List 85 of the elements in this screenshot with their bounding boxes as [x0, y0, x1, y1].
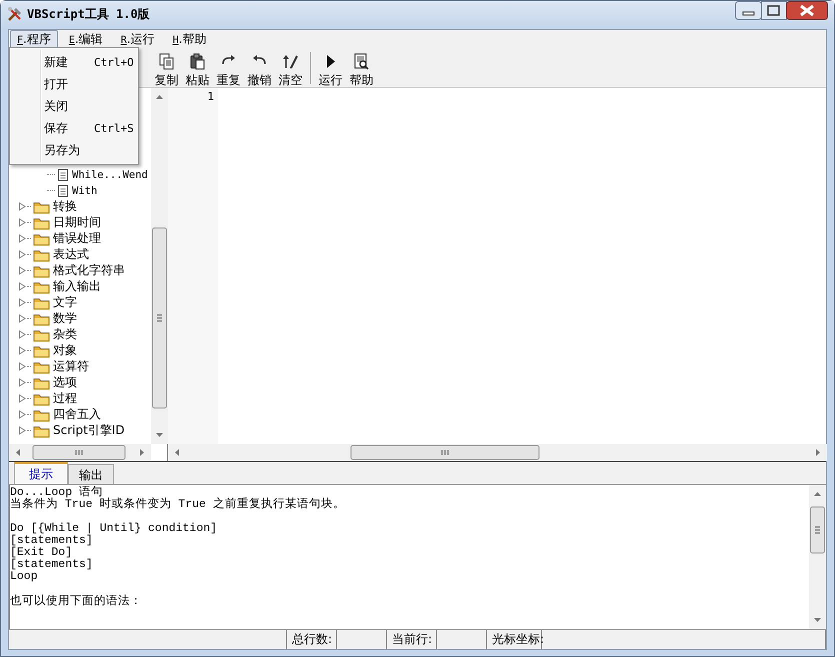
- expand-triangle-icon[interactable]: [18, 202, 27, 212]
- expand-triangle-icon[interactable]: [18, 314, 27, 324]
- tree-item[interactable]: 选项: [53, 374, 77, 392]
- tree-item[interactable]: 数学: [53, 310, 77, 328]
- window-title: VBScript工具 1.0版: [27, 6, 150, 23]
- expand-triangle-icon[interactable]: [18, 218, 27, 228]
- tab[interactable]: 提示: [14, 462, 68, 484]
- folder-icon: [33, 200, 50, 214]
- hint-line: [statements]: [10, 559, 93, 572]
- folder-icon: [33, 360, 50, 374]
- tree-item[interactable]: While...Wend: [72, 168, 148, 181]
- tree-item[interactable]: Script引擎ID: [53, 422, 125, 440]
- menu-item[interactable]: E.编辑: [62, 30, 110, 48]
- tree-item[interactable]: 过程: [53, 390, 77, 408]
- tree-item[interactable]: 错误处理: [53, 230, 101, 248]
- tree-item[interactable]: 四舍五入: [53, 406, 101, 424]
- tree-item[interactable]: 日期时间: [53, 214, 101, 232]
- horizontal-scrollbar[interactable]: [9, 444, 151, 461]
- tree-item[interactable]: 转换: [53, 198, 77, 216]
- tools-icon: [7, 6, 23, 22]
- window-controls-drawing[interactable]: [735, 1, 828, 21]
- folder-icon: [33, 312, 50, 326]
- folder-icon: [33, 264, 50, 278]
- menu-option[interactable]: 保存: [44, 120, 94, 136]
- folder-icon: [33, 296, 50, 310]
- expand-triangle-icon[interactable]: [18, 234, 27, 244]
- folder-icon: [33, 392, 50, 406]
- hint-line: [Exit Do]: [10, 547, 72, 560]
- expand-triangle-icon[interactable]: [18, 346, 27, 356]
- folder-icon: [33, 344, 50, 358]
- shortcut-label: Ctrl+S: [94, 122, 134, 134]
- status-label: 当前行:: [387, 630, 437, 649]
- folder-icon: [33, 424, 50, 438]
- expand-triangle-icon[interactable]: [18, 410, 27, 420]
- expand-triangle-icon[interactable]: [18, 266, 27, 276]
- expand-triangle-icon[interactable]: [18, 362, 27, 372]
- vertical-scrollbar[interactable]: [151, 88, 168, 444]
- folder-icon: [33, 376, 50, 390]
- status-label: 总行数:: [287, 630, 337, 649]
- hint-line: [statements]: [10, 535, 93, 548]
- line-number: 1: [206, 90, 214, 103]
- clipboard-icon: [189, 53, 206, 70]
- hint-line: Loop: [10, 571, 38, 584]
- folder-icon: [33, 232, 50, 246]
- horizontal-scrollbar[interactable]: [168, 444, 827, 461]
- status-label: 光标坐标:: [487, 630, 542, 649]
- folder-icon: [33, 328, 50, 342]
- tree-item[interactable]: 表达式: [53, 246, 89, 264]
- hint-line: Do [{While | Until} condition]: [10, 522, 218, 535]
- shortcut-label: Ctrl+O: [94, 56, 134, 68]
- folder-icon: [33, 408, 50, 422]
- folder-icon: [33, 280, 50, 294]
- copy-icon: [158, 53, 175, 70]
- tree-item[interactable]: 对象: [53, 342, 77, 360]
- tree-item[interactable]: 输入输出: [53, 278, 101, 296]
- menu-item[interactable]: R.运行: [114, 30, 162, 48]
- menu-option[interactable]: 新建: [44, 54, 94, 70]
- menu-item[interactable]: F.程序: [10, 30, 58, 48]
- hint-line: 当条件为 True 时或条件变为 True 之前重复执行某语句块。: [10, 498, 345, 511]
- folder-icon: [33, 216, 50, 230]
- document-icon: [57, 184, 69, 198]
- expand-triangle-icon[interactable]: [18, 394, 27, 404]
- tab[interactable]: 输出: [68, 464, 114, 484]
- folder-icon: [33, 248, 50, 262]
- expand-triangle-icon[interactable]: [18, 282, 27, 292]
- expand-triangle-icon[interactable]: [18, 378, 27, 388]
- tree-item[interactable]: With: [72, 184, 98, 197]
- expand-triangle-icon[interactable]: [18, 250, 27, 260]
- expand-triangle-icon[interactable]: [18, 298, 27, 308]
- menu-option[interactable]: 另存为: [44, 142, 94, 158]
- menu-option[interactable]: 关闭: [44, 98, 94, 114]
- expand-triangle-icon[interactable]: [18, 426, 27, 436]
- tree-item[interactable]: 运算符: [53, 358, 89, 376]
- menu-item[interactable]: H.帮助: [166, 30, 214, 48]
- expand-triangle-icon[interactable]: [18, 330, 27, 340]
- hint-line: Do...Loop 语句: [10, 486, 104, 499]
- tree-item[interactable]: 文字: [53, 294, 77, 312]
- document-icon: [57, 168, 69, 182]
- tree-item[interactable]: 格式化字符串: [53, 262, 125, 280]
- tree-item[interactable]: 杂类: [53, 326, 77, 344]
- menu-option[interactable]: 打开: [44, 76, 94, 92]
- vertical-scrollbar[interactable]: [809, 484, 826, 629]
- book-magnifier-icon: [353, 53, 370, 70]
- arrow-pen-icon: [282, 53, 299, 70]
- hint-line: 也可以使用下面的语法：: [10, 596, 142, 608]
